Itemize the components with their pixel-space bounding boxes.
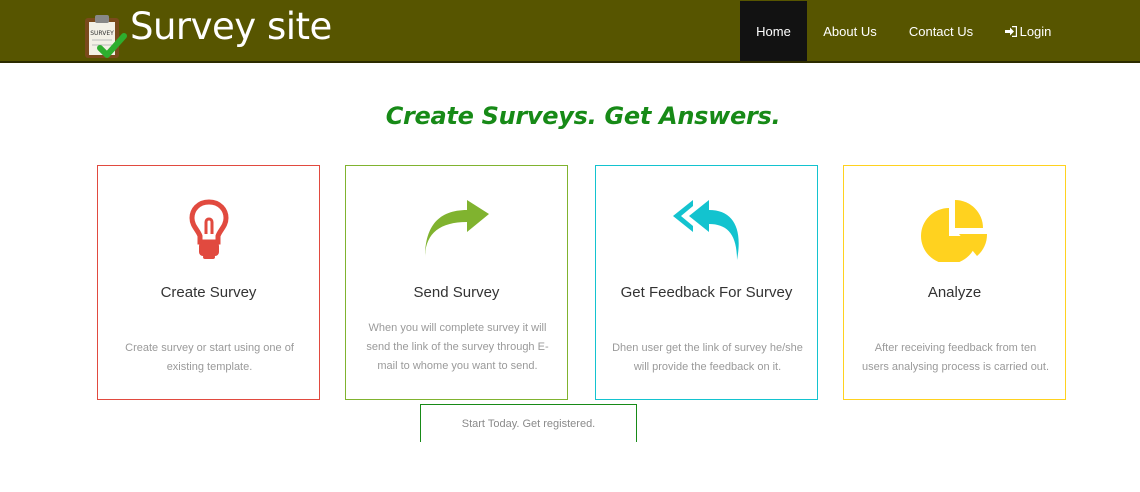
card-description: When you will complete survey it will se…: [366, 322, 549, 372]
start-today-button[interactable]: Start Today. Get registered.: [420, 404, 637, 442]
card-get-feedback: Get Feedback For Survey Dhen user get th…: [595, 165, 818, 400]
card-title: Analyze: [927, 284, 982, 301]
lightbulb-icon: [98, 198, 319, 262]
nav-contact-us[interactable]: Contact Us: [893, 1, 989, 61]
navbar: SURVEY Survey site Home About Us Contact…: [0, 0, 1140, 63]
nav-login[interactable]: Login: [989, 1, 1067, 61]
sign-in-icon: [1004, 25, 1017, 37]
nav-about-us[interactable]: About Us: [807, 1, 893, 61]
card-analyze: Analyze After receiving feedback from te…: [843, 165, 1066, 400]
pie-chart-icon: [844, 198, 1065, 262]
card-description: Dhen user get the link of survey he/she …: [612, 342, 803, 373]
share-arrow-icon: [346, 198, 567, 262]
card-title: Send Survey: [413, 284, 500, 301]
page-headline: Create Surveys. Get Answers.: [385, 102, 781, 130]
card-description: Create survey or start using one of exis…: [125, 342, 294, 373]
card-title: Create Survey: [160, 284, 257, 301]
nav-home[interactable]: Home: [740, 1, 807, 61]
login-label: Login: [1019, 23, 1052, 39]
card-create-survey: Create Survey Create survey or start usi…: [97, 165, 320, 400]
main-nav: Home About Us Contact Us Login: [0, 1, 1140, 61]
reply-all-icon: [596, 198, 817, 262]
card-description: After receiving feedback from ten users …: [861, 342, 1050, 373]
card-title: Get Feedback For Survey: [620, 284, 793, 301]
card-send-survey: Send Survey When you will complete surve…: [345, 165, 568, 400]
